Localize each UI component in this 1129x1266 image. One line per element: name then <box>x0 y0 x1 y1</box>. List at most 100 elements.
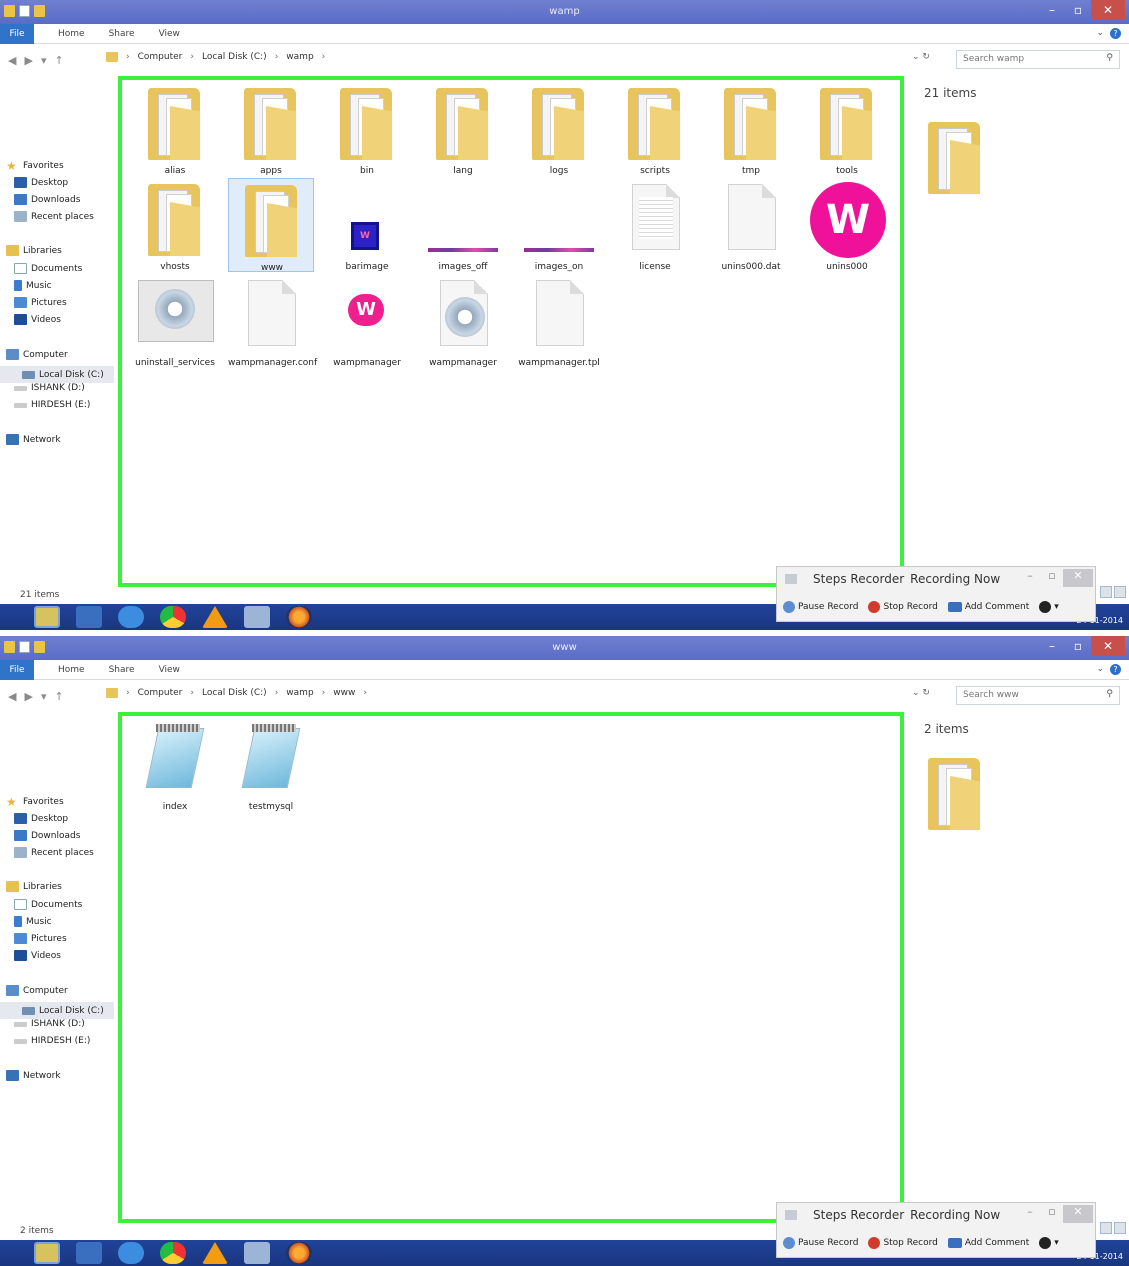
details-view-icon[interactable] <box>1100 586 1112 598</box>
pause-record-button[interactable]: Pause Record <box>783 1237 858 1249</box>
nav-item-recent[interactable]: Recent places <box>14 211 94 222</box>
firefox-taskbar-icon[interactable] <box>286 1242 312 1264</box>
steps-recorder-taskbar-icon[interactable] <box>76 606 102 628</box>
nav-item-net[interactable]: Network <box>6 1070 61 1081</box>
file-item[interactable]: bin <box>324 82 410 176</box>
nav-item-cdisk[interactable]: Local Disk (C:) <box>0 1002 114 1019</box>
close-button[interactable]: ✕ <box>1063 1205 1093 1223</box>
stop-record-button[interactable]: Stop Record <box>868 1237 938 1249</box>
up-button[interactable]: ↑ <box>54 690 63 703</box>
app-taskbar-icon[interactable] <box>244 606 270 628</box>
maximize-button[interactable]: ▫ <box>1041 569 1063 587</box>
file-item[interactable]: Wunins000 <box>804 178 890 272</box>
back-button[interactable]: ◀ <box>8 54 16 67</box>
expand-ribbon-icon[interactable]: ⌄ <box>1096 28 1104 39</box>
nav-item-lib[interactable]: Libraries <box>6 881 62 892</box>
address-dropdown-icon[interactable]: ⌄ <box>912 688 920 698</box>
vlc-taskbar-icon[interactable] <box>202 1242 228 1264</box>
tab-view[interactable]: View <box>159 29 180 39</box>
forward-button[interactable]: ▶ <box>24 690 32 703</box>
search-icon[interactable]: ⚲ <box>1106 53 1113 63</box>
expand-ribbon-icon[interactable]: ⌄ <box>1096 664 1104 675</box>
breadcrumb-item[interactable]: wamp <box>286 52 313 62</box>
refresh-icon[interactable]: ↻ <box>922 52 930 62</box>
breadcrumb[interactable]: › Computer › Local Disk (C:) › wamp › <box>106 52 325 62</box>
recent-dropdown-icon[interactable]: ▾ <box>41 690 47 703</box>
maximize-button[interactable]: ▫ <box>1065 636 1091 656</box>
maximize-button[interactable]: ▫ <box>1041 1205 1063 1223</box>
back-button[interactable]: ◀ <box>8 690 16 703</box>
breadcrumb-item[interactable]: Local Disk (C:) <box>202 688 267 698</box>
forward-button[interactable]: ▶ <box>24 54 32 67</box>
tab-file[interactable]: File <box>0 23 34 44</box>
nav-item-fav[interactable]: ★ Favorites <box>6 160 64 172</box>
large-icons-view-icon[interactable] <box>1114 586 1126 598</box>
file-list-view[interactable]: alias apps bin lang logs scripts tmp tools vhost… <box>118 76 904 587</box>
tab-share[interactable]: Share <box>109 29 135 39</box>
chrome-taskbar-icon[interactable] <box>160 606 186 628</box>
vlc-taskbar-icon[interactable] <box>202 606 228 628</box>
address-dropdown-icon[interactable]: ⌄ <box>912 52 920 62</box>
file-item[interactable]: license <box>612 178 698 272</box>
file-item[interactable]: wampmanager.tpl <box>516 274 602 368</box>
help-icon[interactable]: ? <box>1110 664 1121 675</box>
tab-file[interactable]: File <box>0 659 34 680</box>
nav-item-desk[interactable]: Desktop <box>14 177 68 188</box>
nav-item-docs[interactable]: Documents <box>14 263 82 274</box>
file-item[interactable]: scripts <box>612 82 698 176</box>
firefox-taskbar-icon[interactable] <box>286 606 312 628</box>
file-item[interactable]: vhosts <box>132 178 218 272</box>
breadcrumb-item[interactable]: wamp <box>286 688 313 698</box>
pause-record-button[interactable]: Pause Record <box>783 601 858 613</box>
minimize-button[interactable]: – <box>1019 1205 1041 1223</box>
close-button[interactable]: ✕ <box>1091 0 1125 20</box>
breadcrumb-item[interactable]: Computer <box>138 52 183 62</box>
nav-item-hirdesh[interactable]: HIRDESH (E:) <box>14 1036 90 1046</box>
nav-item-vids[interactable]: Videos <box>14 314 61 325</box>
nav-item-comp[interactable]: Computer <box>6 349 68 360</box>
breadcrumb[interactable]: › Computer › Local Disk (C:) › wamp › www › <box>106 688 367 698</box>
file-item[interactable]: testmysql <box>228 718 314 812</box>
tab-view[interactable]: View <box>159 665 180 675</box>
stop-record-button[interactable]: Stop Record <box>868 601 938 613</box>
internet-explorer-taskbar-icon[interactable] <box>118 606 144 628</box>
refresh-icon[interactable]: ↻ <box>922 688 930 698</box>
breadcrumb-item[interactable]: www <box>333 688 355 698</box>
file-item[interactable]: logs <box>516 82 602 176</box>
steps-recorder-taskbar-icon[interactable] <box>76 1242 102 1264</box>
nav-item-recent[interactable]: Recent places <box>14 847 94 858</box>
nav-item-ishank[interactable]: ISHANK (D:) <box>14 1019 85 1029</box>
tab-home[interactable]: Home <box>58 665 85 675</box>
minimize-button[interactable]: – <box>1039 636 1065 656</box>
file-item[interactable]: apps <box>228 82 314 176</box>
maximize-button[interactable]: ▫ <box>1065 0 1091 20</box>
nav-item-pics[interactable]: Pictures <box>14 297 67 308</box>
up-button[interactable]: ↑ <box>54 54 63 67</box>
nav-item-down[interactable]: Downloads <box>14 830 80 841</box>
close-button[interactable]: ✕ <box>1063 569 1093 587</box>
nav-item-music[interactable]: Music <box>14 280 52 291</box>
file-item[interactable]: tmp <box>708 82 794 176</box>
close-button[interactable]: ✕ <box>1091 636 1125 656</box>
nav-item-lib[interactable]: Libraries <box>6 245 62 256</box>
file-item[interactable]: index <box>132 718 218 812</box>
help-button[interactable]: ▾ <box>1039 1237 1059 1249</box>
recent-dropdown-icon[interactable]: ▾ <box>41 54 47 67</box>
file-item[interactable]: tools <box>804 82 890 176</box>
internet-explorer-taskbar-icon[interactable] <box>118 1242 144 1264</box>
help-button[interactable]: ▾ <box>1039 601 1059 613</box>
file-item[interactable]: alias <box>132 82 218 176</box>
search-input[interactable]: Search wamp ⚲ <box>956 50 1120 69</box>
breadcrumb-item[interactable]: Local Disk (C:) <box>202 52 267 62</box>
nav-item-music[interactable]: Music <box>14 916 52 927</box>
nav-item-cdisk[interactable]: Local Disk (C:) <box>0 366 114 383</box>
file-item[interactable]: images_off <box>420 178 506 272</box>
nav-item-hirdesh[interactable]: HIRDESH (E:) <box>14 400 90 410</box>
tab-home[interactable]: Home <box>58 29 85 39</box>
nav-item-vids[interactable]: Videos <box>14 950 61 961</box>
minimize-button[interactable]: – <box>1019 569 1041 587</box>
minimize-button[interactable]: – <box>1039 0 1065 20</box>
file-item[interactable]: Wwampmanager <box>324 274 410 368</box>
large-icons-view-icon[interactable] <box>1114 1222 1126 1234</box>
nav-item-net[interactable]: Network <box>6 434 61 445</box>
